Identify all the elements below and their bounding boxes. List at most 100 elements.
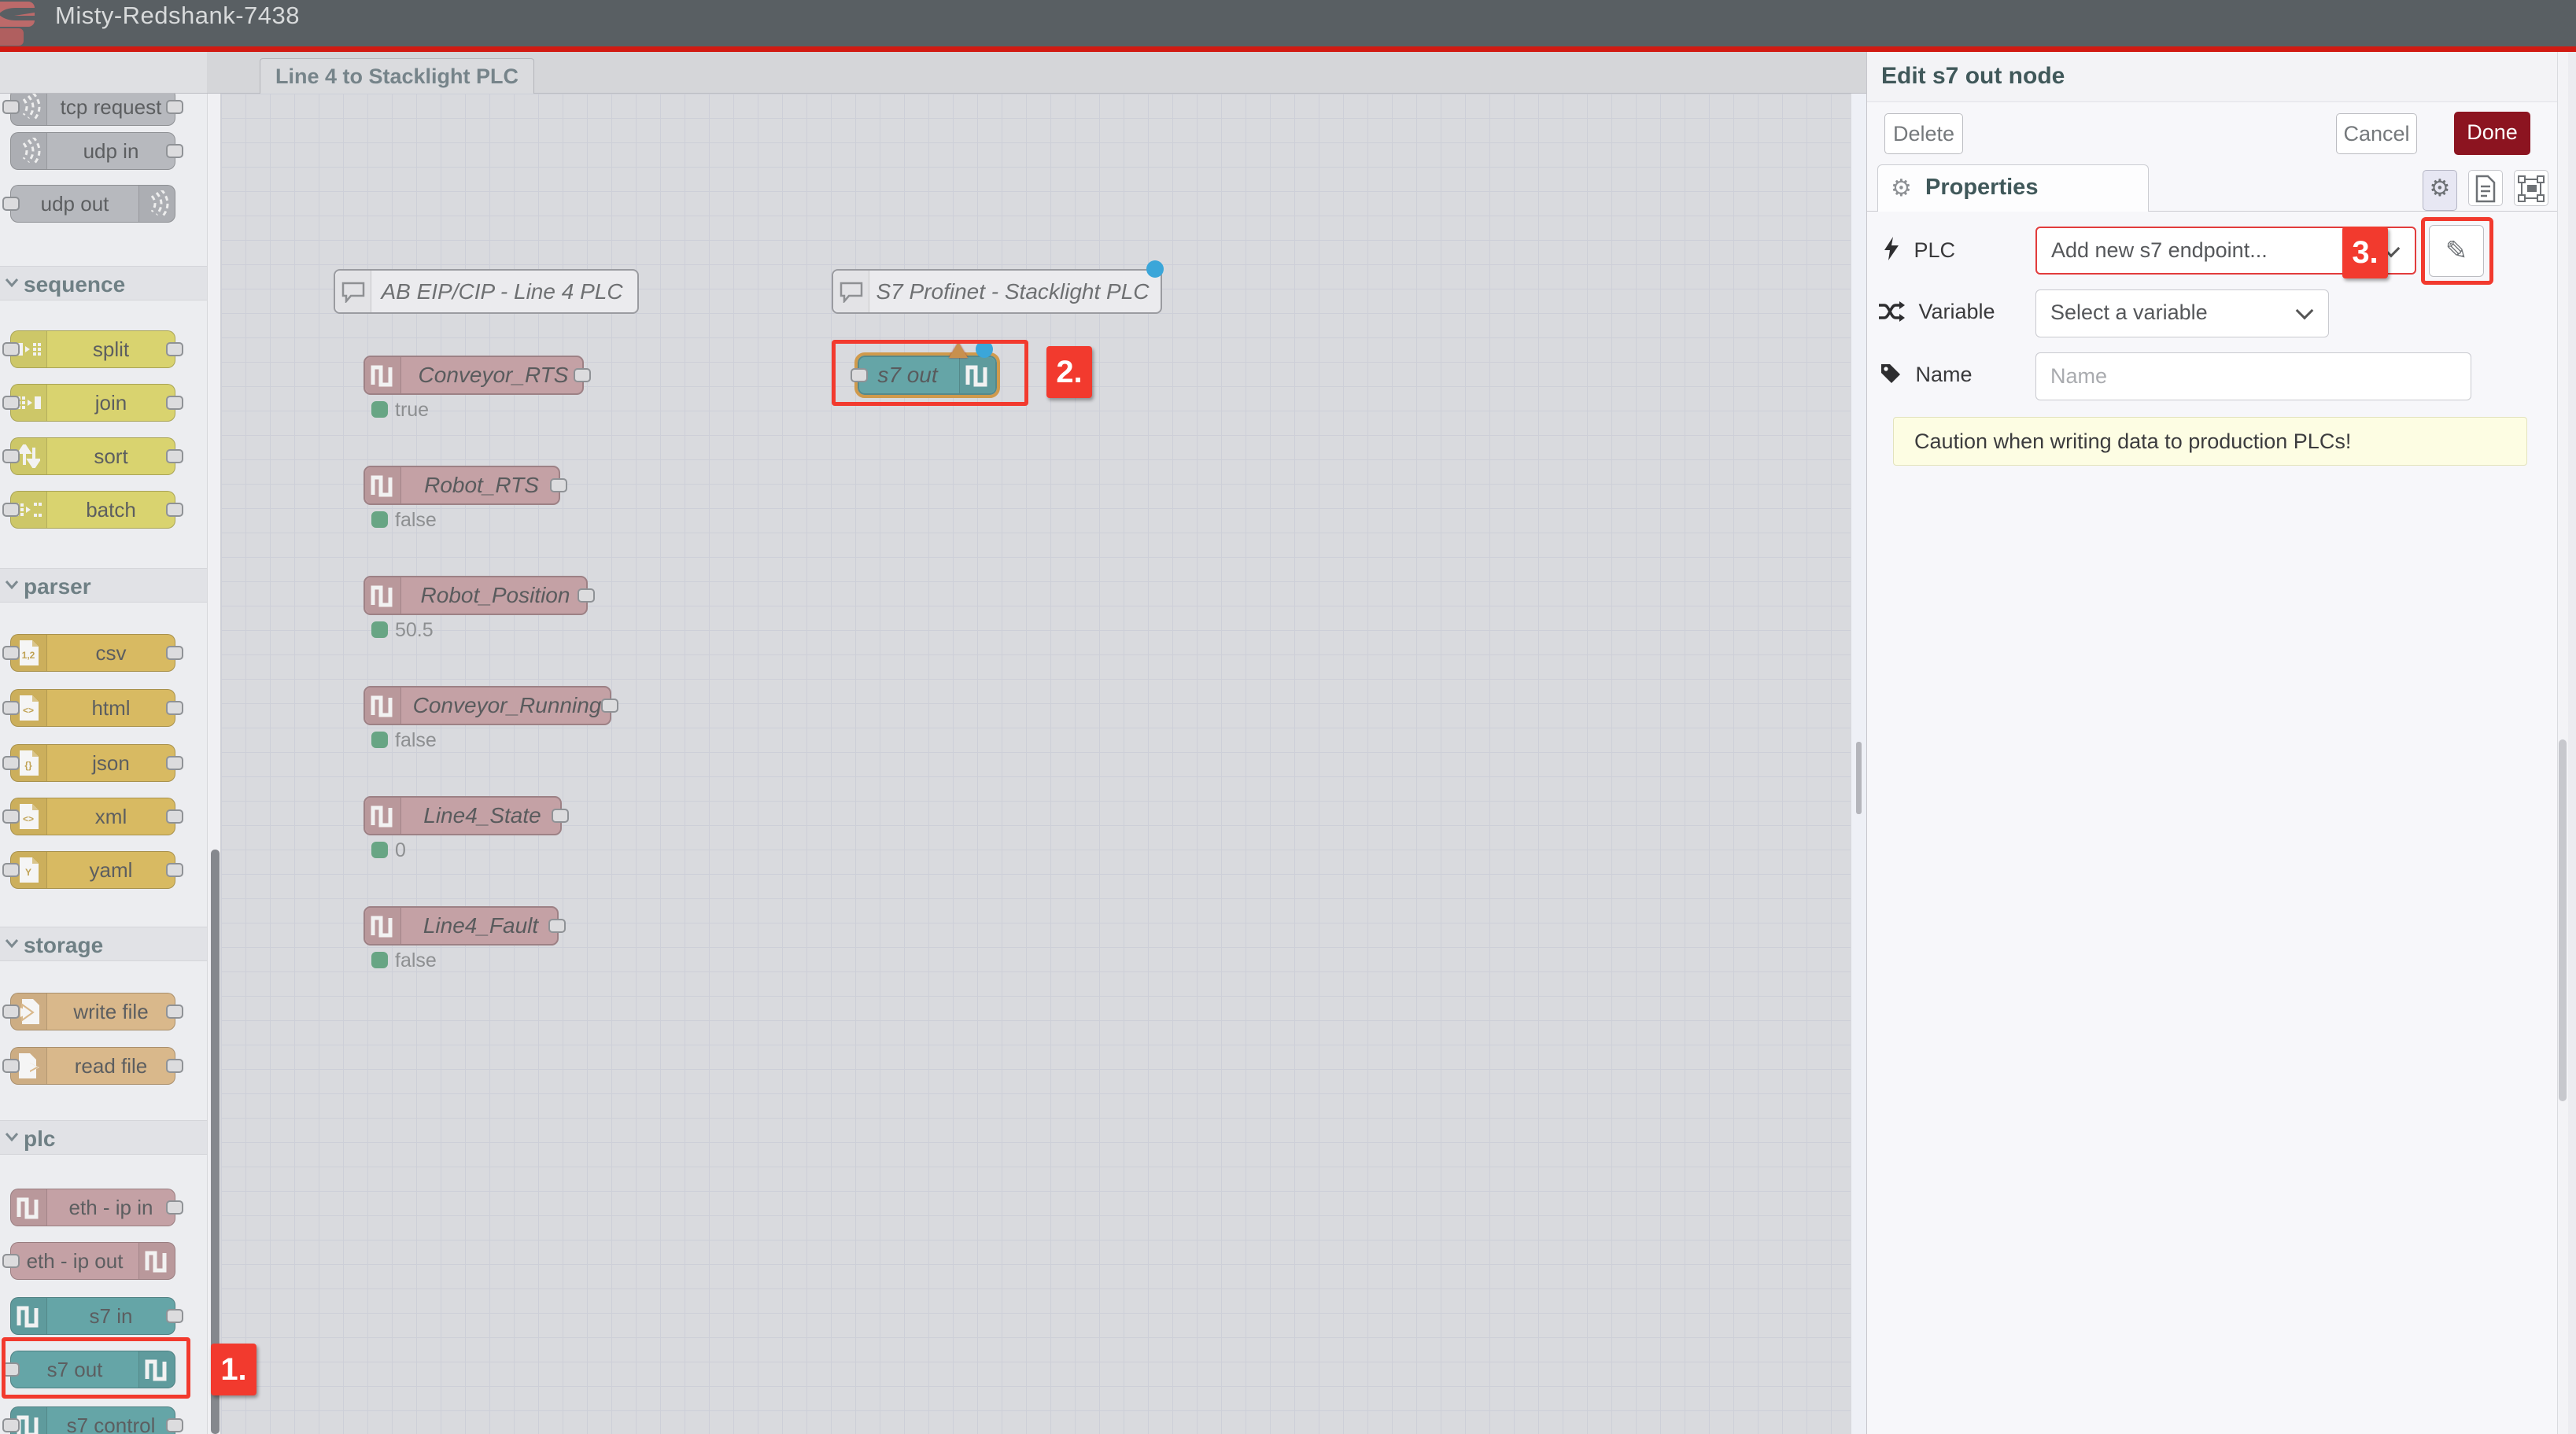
properties-view-button[interactable]: ⚙ [2423, 170, 2457, 211]
done-button[interactable]: Done [2454, 112, 2530, 155]
output-port[interactable] [550, 478, 567, 492]
output-port[interactable] [166, 756, 183, 770]
input-port[interactable] [2, 863, 20, 877]
plc-field-label: PLC [1883, 237, 1955, 263]
palette-node-label: udp in [47, 133, 175, 169]
palette-section-sequence[interactable]: sequence [0, 266, 207, 300]
input-port[interactable] [2, 646, 20, 660]
output-port[interactable] [166, 1005, 183, 1019]
palette-node-yaml[interactable]: Yyaml [10, 851, 175, 889]
palette-node-udp-in[interactable]: udp in [10, 132, 175, 170]
palette-section-label: storage [24, 933, 103, 958]
output-port[interactable] [166, 396, 183, 410]
palette-node-label: eth - ip in [47, 1189, 175, 1226]
palette-node-read-file[interactable]: read file [10, 1047, 175, 1085]
input-port[interactable] [2, 1254, 20, 1268]
flow-node-Conveyor-RTS[interactable]: Conveyor_RTS [364, 356, 584, 395]
input-port[interactable] [2, 1059, 20, 1073]
palette-node-s7-in[interactable]: s7 in [10, 1297, 175, 1335]
delete-button[interactable]: Delete [1884, 113, 1963, 154]
palette-node-s7-control[interactable]: s7 control [10, 1406, 175, 1434]
output-port[interactable] [166, 449, 183, 463]
output-port[interactable] [166, 144, 183, 158]
output-port[interactable] [166, 809, 183, 824]
comment-bubble-icon [833, 271, 869, 312]
palette-section-plc[interactable]: plc [0, 1120, 207, 1155]
flow-node-Line4-Fault[interactable]: Line4_Fault [364, 906, 559, 946]
flow-node-label: Conveyor_Running [404, 688, 610, 724]
palette-section-storage[interactable]: storage [0, 927, 207, 961]
flow-node-Robot-RTS[interactable]: Robot_RTS [364, 466, 560, 505]
palette-node-join[interactable]: join [10, 384, 175, 422]
input-port[interactable] [2, 503, 20, 517]
wave-icon [138, 1243, 175, 1279]
input-port[interactable] [2, 396, 20, 410]
flow-node-Line4-State[interactable]: Line4_State [364, 796, 562, 835]
node-red-logo-icon [0, 0, 36, 46]
input-port[interactable] [2, 1005, 20, 1019]
palette-filter[interactable]: filter nodes [0, 52, 207, 94]
palette-node-batch[interactable]: batch [10, 491, 175, 529]
output-port[interactable] [548, 919, 566, 933]
output-port[interactable] [166, 1309, 183, 1323]
input-port[interactable] [2, 1418, 20, 1432]
cancel-button[interactable]: Cancel [2336, 113, 2417, 154]
flow-node-Conveyor-Running[interactable]: Conveyor_Running [364, 686, 611, 725]
output-port[interactable] [166, 646, 183, 660]
arcs-icon [138, 186, 175, 222]
palette-node-label: s7 control [47, 1407, 175, 1434]
appearance-view-button[interactable] [2514, 170, 2548, 206]
palette-node-label: sort [47, 438, 175, 474]
palette-node-csv[interactable]: 1,2csv [10, 634, 175, 672]
palette-section-parser[interactable]: parser [0, 568, 207, 603]
output-port[interactable] [578, 588, 595, 603]
palette-node-eth-ip-in[interactable]: eth - ip in [10, 1189, 175, 1226]
output-port[interactable] [166, 1059, 183, 1073]
output-port[interactable] [552, 809, 569, 823]
output-port[interactable] [574, 368, 591, 382]
input-port[interactable] [2, 197, 20, 211]
comment-node[interactable]: S7 Profinet - Stacklight PLC [832, 269, 1162, 314]
palette-node-eth-ip-out[interactable]: eth - ip out [10, 1242, 175, 1280]
input-port[interactable] [2, 756, 20, 770]
svg-text:{}: {} [24, 760, 32, 771]
output-port[interactable] [166, 701, 183, 715]
output-port[interactable] [166, 1418, 183, 1432]
input-port[interactable] [2, 449, 20, 463]
name-field-label: Name [1880, 363, 1973, 387]
palette-node-write-file[interactable]: write file [10, 993, 175, 1030]
name-input[interactable] [2036, 353, 2471, 400]
palette-node-tcp-request[interactable]: tcp request [10, 94, 175, 126]
palette-node-xml[interactable]: <>xml [10, 798, 175, 835]
palette-node-html[interactable]: <>html [10, 689, 175, 727]
output-port[interactable] [166, 863, 183, 877]
name-input-wrap [2035, 352, 2471, 400]
palette-node-udp-out[interactable]: udp out [10, 185, 175, 223]
palette-node-json[interactable]: {}json [10, 744, 175, 782]
canvas-scrollbar-thumb[interactable] [1856, 742, 1862, 814]
input-port[interactable] [2, 701, 20, 715]
tab-line4-to-stacklight-plc[interactable]: Line 4 to Stacklight PLC [260, 58, 534, 94]
output-port[interactable] [166, 100, 183, 114]
comment-node[interactable]: AB EIP/CIP - Line 4 PLC [334, 269, 639, 314]
description-view-button[interactable] [2468, 170, 2503, 206]
output-port[interactable] [601, 699, 618, 713]
panel-scrollbar-thumb[interactable] [2559, 739, 2567, 1101]
input-port[interactable] [2, 100, 20, 114]
tab-properties[interactable]: ⚙ Properties [1877, 164, 2149, 212]
input-port[interactable] [2, 809, 20, 824]
edit-plc-config-button[interactable]: ✎ [2429, 225, 2484, 277]
input-port[interactable] [2, 342, 20, 356]
workspace-title: Misty-Redshank-7438 [55, 2, 300, 30]
variable-select[interactable]: Select a variable [2035, 289, 2329, 337]
flow-node-Robot-Position[interactable]: Robot_Position [364, 576, 588, 615]
flow-canvas[interactable]: AB EIP/CIP - Line 4 PLC S7 Profinet - St… [221, 94, 1851, 1434]
output-port[interactable] [166, 503, 183, 517]
chevron-down-icon [5, 1131, 19, 1142]
status-text: true [395, 399, 429, 422]
palette-node-sort[interactable]: sort [10, 437, 175, 475]
output-port[interactable] [166, 342, 183, 356]
palette-node-split[interactable]: split [10, 330, 175, 368]
output-port[interactable] [166, 1200, 183, 1215]
properties-tab-label: Properties [1925, 175, 2038, 201]
